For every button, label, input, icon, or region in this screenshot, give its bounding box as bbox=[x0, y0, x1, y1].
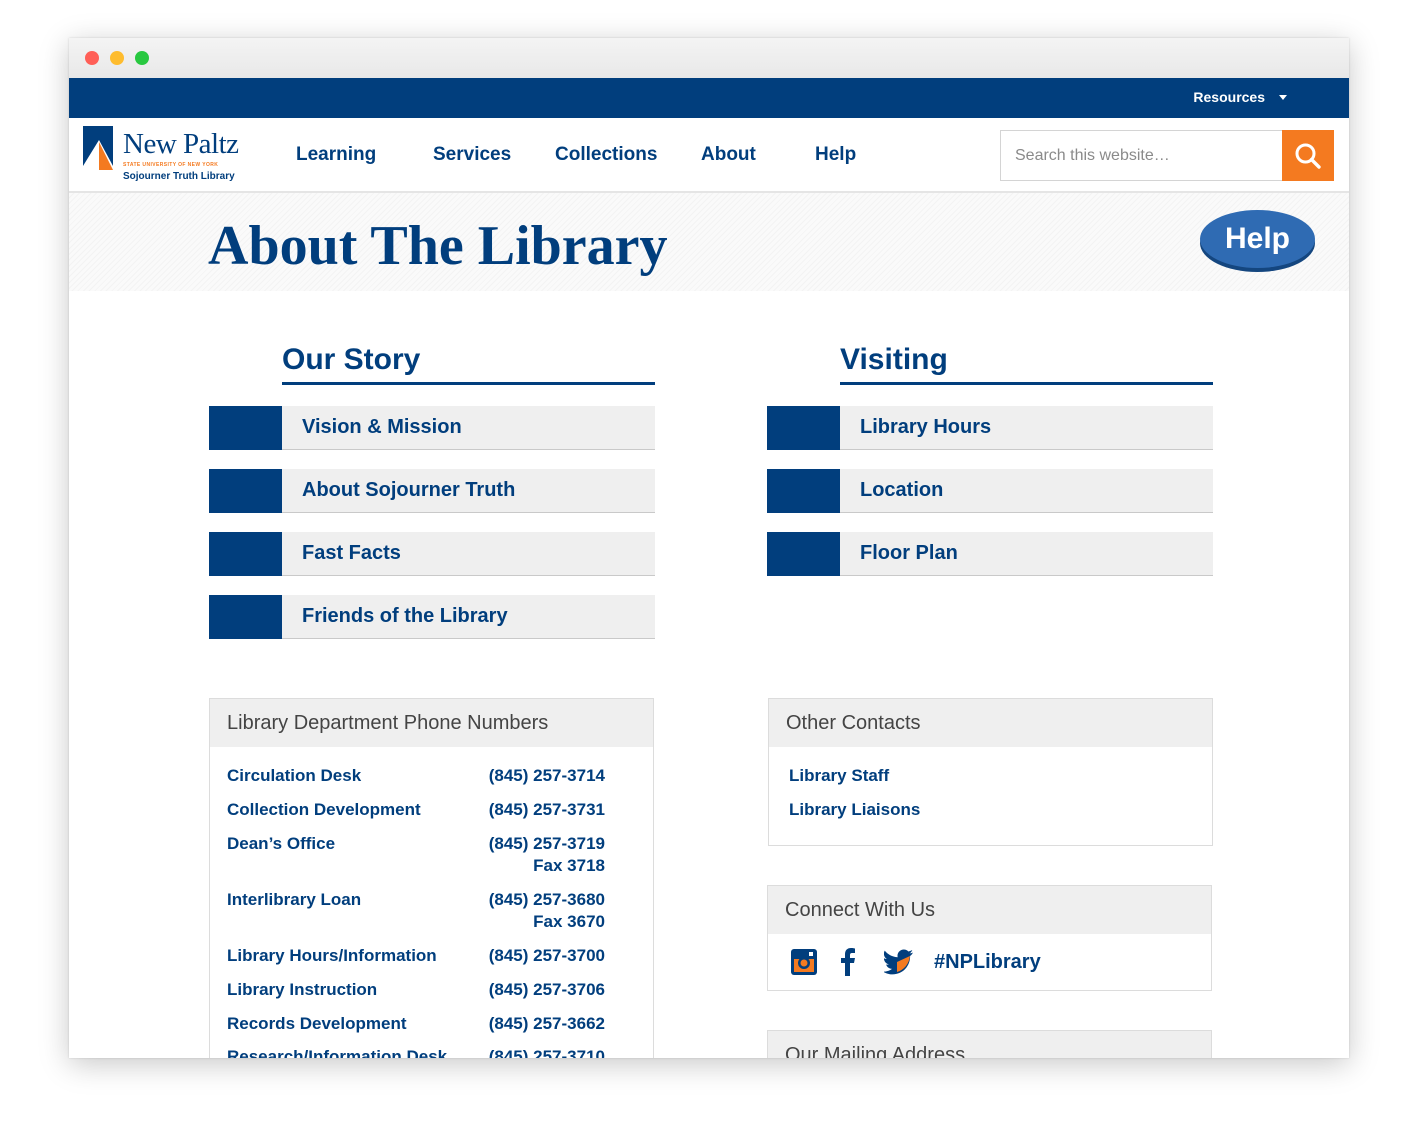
link-library-liaisons[interactable]: Library Liaisons bbox=[789, 800, 920, 820]
chevron-down-icon bbox=[1279, 94, 1287, 100]
other-contacts-panel: Other Contacts Library Staff Library Lia… bbox=[768, 698, 1213, 846]
phone-row-name[interactable]: Collection Development bbox=[227, 800, 421, 820]
link-label: Library Hours bbox=[860, 416, 992, 438]
link-fast-facts[interactable]: Fast Facts bbox=[209, 531, 655, 576]
link-label: Friends of the Library bbox=[302, 605, 508, 627]
nav-services[interactable]: Services bbox=[433, 144, 511, 166]
facebook-icon[interactable] bbox=[838, 948, 858, 976]
link-friends-of-library[interactable]: Friends of the Library bbox=[209, 594, 655, 639]
main-navbar: New Paltz STATE UNIVERSITY OF NEW YORK S… bbox=[69, 118, 1349, 193]
link-accent-block bbox=[209, 594, 282, 639]
our-story-heading: Our Story bbox=[282, 343, 655, 385]
phone-row-name[interactable]: Library Hours/Information bbox=[227, 946, 437, 966]
visiting-heading: Visiting bbox=[840, 343, 1213, 385]
link-accent-block bbox=[767, 531, 840, 576]
phone-row-name[interactable]: Dean’s Office bbox=[227, 834, 335, 854]
utility-bar: Resources bbox=[69, 78, 1349, 118]
phone-numbers-heading: Library Department Phone Numbers bbox=[210, 699, 653, 747]
phone-row-number[interactable]: (845) 257-3731 bbox=[479, 800, 605, 820]
new-paltz-logo[interactable]: New Paltz STATE UNIVERSITY OF NEW YORK S… bbox=[83, 126, 243, 186]
other-contacts-heading: Other Contacts bbox=[769, 699, 1212, 747]
link-label: Fast Facts bbox=[302, 542, 401, 564]
phone-row-number[interactable]: (845) 257-3700 bbox=[479, 946, 605, 966]
phone-row-number[interactable]: (845) 257-3662 bbox=[479, 1014, 605, 1034]
phone-row-number[interactable]: (845) 257-3710 bbox=[479, 1047, 605, 1058]
phone-row-number[interactable]: (845) 257-3680 bbox=[479, 890, 605, 910]
link-floor-plan[interactable]: Floor Plan bbox=[767, 531, 1213, 576]
link-accent-block bbox=[209, 468, 282, 513]
hashtag-link[interactable]: #NPLibrary bbox=[934, 951, 1041, 974]
link-library-hours[interactable]: Library Hours bbox=[767, 405, 1213, 450]
link-label: Location bbox=[860, 479, 944, 501]
phone-row-fax: Fax 3670 bbox=[533, 912, 605, 931]
link-label: Vision & Mission bbox=[302, 416, 462, 438]
search-icon bbox=[1295, 143, 1321, 169]
mailing-address-heading: Our Mailing Address bbox=[768, 1031, 1211, 1058]
connect-panel: Connect With Us #NPLibrary bbox=[767, 885, 1212, 991]
search-input[interactable] bbox=[1001, 131, 1284, 180]
resources-dropdown[interactable]: Resources bbox=[1193, 89, 1287, 105]
link-accent-block bbox=[767, 468, 840, 513]
phone-row-number[interactable]: (845) 257-3719 bbox=[479, 834, 605, 854]
link-accent-block bbox=[209, 531, 282, 576]
phone-row-number[interactable]: (845) 257-3706 bbox=[479, 980, 605, 1000]
search-box bbox=[1000, 130, 1334, 181]
resources-label: Resources bbox=[1193, 89, 1265, 105]
link-accent-block bbox=[767, 405, 840, 450]
twitter-icon[interactable] bbox=[884, 948, 914, 976]
logo-subtitle: STATE UNIVERSITY OF NEW YORK bbox=[123, 162, 219, 168]
window-titlebar bbox=[69, 38, 1349, 78]
link-accent-block bbox=[209, 405, 282, 450]
instagram-icon[interactable] bbox=[790, 948, 818, 976]
link-library-staff[interactable]: Library Staff bbox=[789, 766, 889, 786]
nav-about[interactable]: About bbox=[701, 144, 756, 166]
minimize-window-icon[interactable] bbox=[110, 51, 124, 65]
phone-numbers-panel: Library Department Phone Numbers Circula… bbox=[209, 698, 654, 1058]
maximize-window-icon[interactable] bbox=[135, 51, 149, 65]
mailing-address-panel: Our Mailing Address bbox=[767, 1030, 1212, 1058]
phone-row-name[interactable]: Library Instruction bbox=[227, 980, 377, 1000]
phone-row-name[interactable]: Research/Information Desk bbox=[227, 1047, 447, 1058]
page-hero: About The Library Help bbox=[69, 193, 1349, 291]
page-title: About The Library bbox=[208, 215, 668, 277]
logo-mark-icon bbox=[83, 126, 113, 170]
link-location[interactable]: Location bbox=[767, 468, 1213, 513]
nav-collections[interactable]: Collections bbox=[555, 144, 657, 166]
close-window-icon[interactable] bbox=[85, 51, 99, 65]
link-about-sojourner-truth[interactable]: About Sojourner Truth bbox=[209, 468, 655, 513]
phone-row-name[interactable]: Records Development bbox=[227, 1014, 407, 1034]
connect-heading: Connect With Us bbox=[768, 886, 1211, 934]
logo-name: New Paltz bbox=[123, 128, 239, 160]
search-button[interactable] bbox=[1282, 130, 1334, 181]
link-label: About Sojourner Truth bbox=[302, 479, 516, 501]
link-vision-mission[interactable]: Vision & Mission bbox=[209, 405, 655, 450]
phone-row-number[interactable]: (845) 257-3714 bbox=[479, 766, 605, 786]
phone-row-name[interactable]: Circulation Desk bbox=[227, 766, 361, 786]
phone-row-fax: Fax 3718 bbox=[533, 856, 605, 875]
help-button[interactable]: Help bbox=[1200, 210, 1315, 268]
nav-help[interactable]: Help bbox=[815, 144, 856, 166]
phone-row-name[interactable]: Interlibrary Loan bbox=[227, 890, 361, 910]
link-label: Floor Plan bbox=[860, 542, 958, 564]
nav-learning[interactable]: Learning bbox=[296, 144, 376, 166]
browser-window: Resources New Paltz STATE UNIVERSITY OF … bbox=[69, 38, 1349, 1058]
logo-library-name: Sojourner Truth Library bbox=[123, 171, 235, 182]
